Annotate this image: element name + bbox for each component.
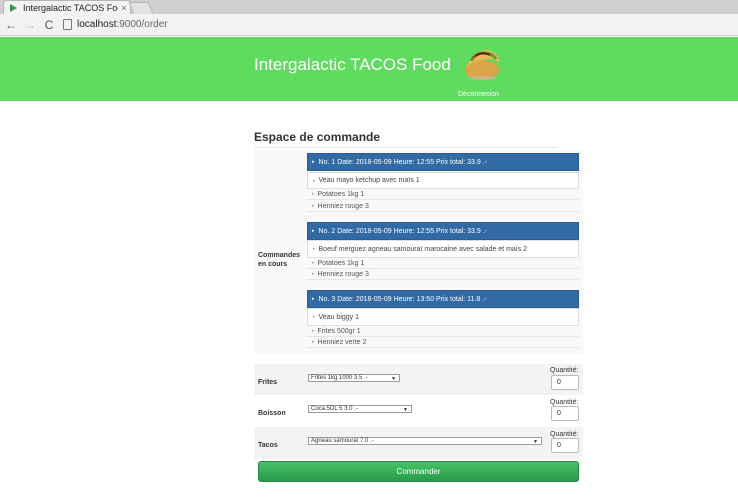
- bullet-icon: ▸: [313, 246, 316, 252]
- taco-logo-icon: [465, 50, 500, 80]
- order-side-item: ▸ Frites 500gr 1: [307, 326, 579, 337]
- bullet-icon: ▸: [313, 177, 316, 184]
- bullet-icon: ▸: [312, 339, 315, 345]
- site-header: Intergalactic TACOS Food Déconnexion: [0, 37, 738, 101]
- browser-tab[interactable]: Intergalactic TACOS Food ×: [3, 0, 131, 14]
- frites-label: Frites: [258, 379, 278, 386]
- bullet-icon: ▸: [312, 260, 315, 266]
- order-side-item: ▸ Potatoes 1kg 1: [307, 258, 579, 269]
- tacos-qty-label: Quantité:: [550, 431, 579, 438]
- order-header[interactable]: ▸ No. 2 Date: 2018-05-09 Heure: 12:55 Pr…: [307, 222, 579, 240]
- page-title: Espace de commande: [254, 130, 381, 144]
- boisson-qty-label: Quantité:: [550, 399, 579, 406]
- expand-icon: ▸: [312, 296, 315, 302]
- order-main-item: ▸ Veau biggy 1: [307, 308, 579, 326]
- chevron-down-icon: ▼: [391, 376, 396, 382]
- order-header[interactable]: ▸ No. 3 Date: 2018-05-09 Heure: 13:50 Pr…: [307, 290, 579, 308]
- boisson-select[interactable]: Coca.5DL 5 3.0 .- ▼: [308, 405, 412, 413]
- expand-icon: ▸: [312, 228, 315, 234]
- bullet-icon: ▸: [312, 271, 315, 277]
- boisson-row: [254, 395, 583, 427]
- page-icon: [63, 19, 72, 30]
- order-side-item: ▸ Henniez rouge 3: [307, 201, 579, 212]
- order-header[interactable]: ▸ No. 1 Date: 2018-05-09 Heure: 12:55 Pr…: [307, 153, 579, 171]
- title-divider: [254, 147, 558, 148]
- tacos-qty-input[interactable]: 0: [551, 438, 579, 453]
- url-field[interactable]: localhost:9000/order: [63, 17, 168, 33]
- forward-icon[interactable]: →: [22, 17, 38, 33]
- browser-tab-bar: Intergalactic TACOS Food ×: [0, 0, 738, 14]
- tab-title: Intergalactic TACOS Food: [23, 2, 118, 13]
- frites-row: [254, 364, 583, 395]
- expand-icon: ▸: [312, 159, 315, 165]
- back-icon[interactable]: ←: [3, 17, 19, 33]
- order-submit-button[interactable]: Commander: [258, 461, 579, 482]
- frites-qty-input[interactable]: 0: [551, 375, 579, 390]
- url-host: localhost: [77, 19, 117, 30]
- brand-title: Intergalactic TACOS Food: [254, 55, 451, 74]
- address-bar: ← → C localhost:9000/order: [0, 14, 738, 36]
- bullet-icon: ▸: [312, 328, 315, 334]
- url-path: :9000/order: [116, 19, 168, 30]
- bullet-icon: ▸: [313, 314, 316, 320]
- order-side-item: ▸ Potatoes 1kg 1: [307, 189, 579, 200]
- chevron-down-icon: ▼: [403, 407, 408, 413]
- bullet-icon: ▸: [312, 203, 315, 209]
- frites-select[interactable]: Frites 1kg 1000 3.5 .- ▼: [308, 374, 400, 382]
- new-tab-button[interactable]: [128, 2, 154, 14]
- tacos-select[interactable]: Agneau samouraï 7.0 .- ▼: [308, 437, 542, 445]
- boisson-qty-input[interactable]: 0: [551, 406, 579, 421]
- order-main-item: ▸ Boeuf merguez agneau samouraï marocain…: [307, 240, 579, 258]
- tacos-label: Tacos: [258, 442, 278, 449]
- order-side-item: ▸ Henniez verte 2: [307, 337, 579, 348]
- tab-close-icon[interactable]: ×: [118, 3, 130, 13]
- favicon-icon: [10, 3, 17, 12]
- frites-qty-label: Quantité:: [550, 367, 579, 374]
- boisson-label: Boisson: [258, 410, 286, 417]
- bullet-icon: ▸: [312, 191, 315, 197]
- order-main-item: ▸ Veau mayo ketchup avec maïs 1: [307, 172, 579, 189]
- order-side-item: ▸ Henniez rouge 3: [307, 269, 579, 280]
- chevron-down-icon: ▼: [533, 439, 538, 445]
- orders-label: Commandes en cours: [258, 252, 301, 268]
- logout-link[interactable]: Déconnexion: [458, 91, 499, 98]
- reload-icon[interactable]: C: [41, 17, 57, 33]
